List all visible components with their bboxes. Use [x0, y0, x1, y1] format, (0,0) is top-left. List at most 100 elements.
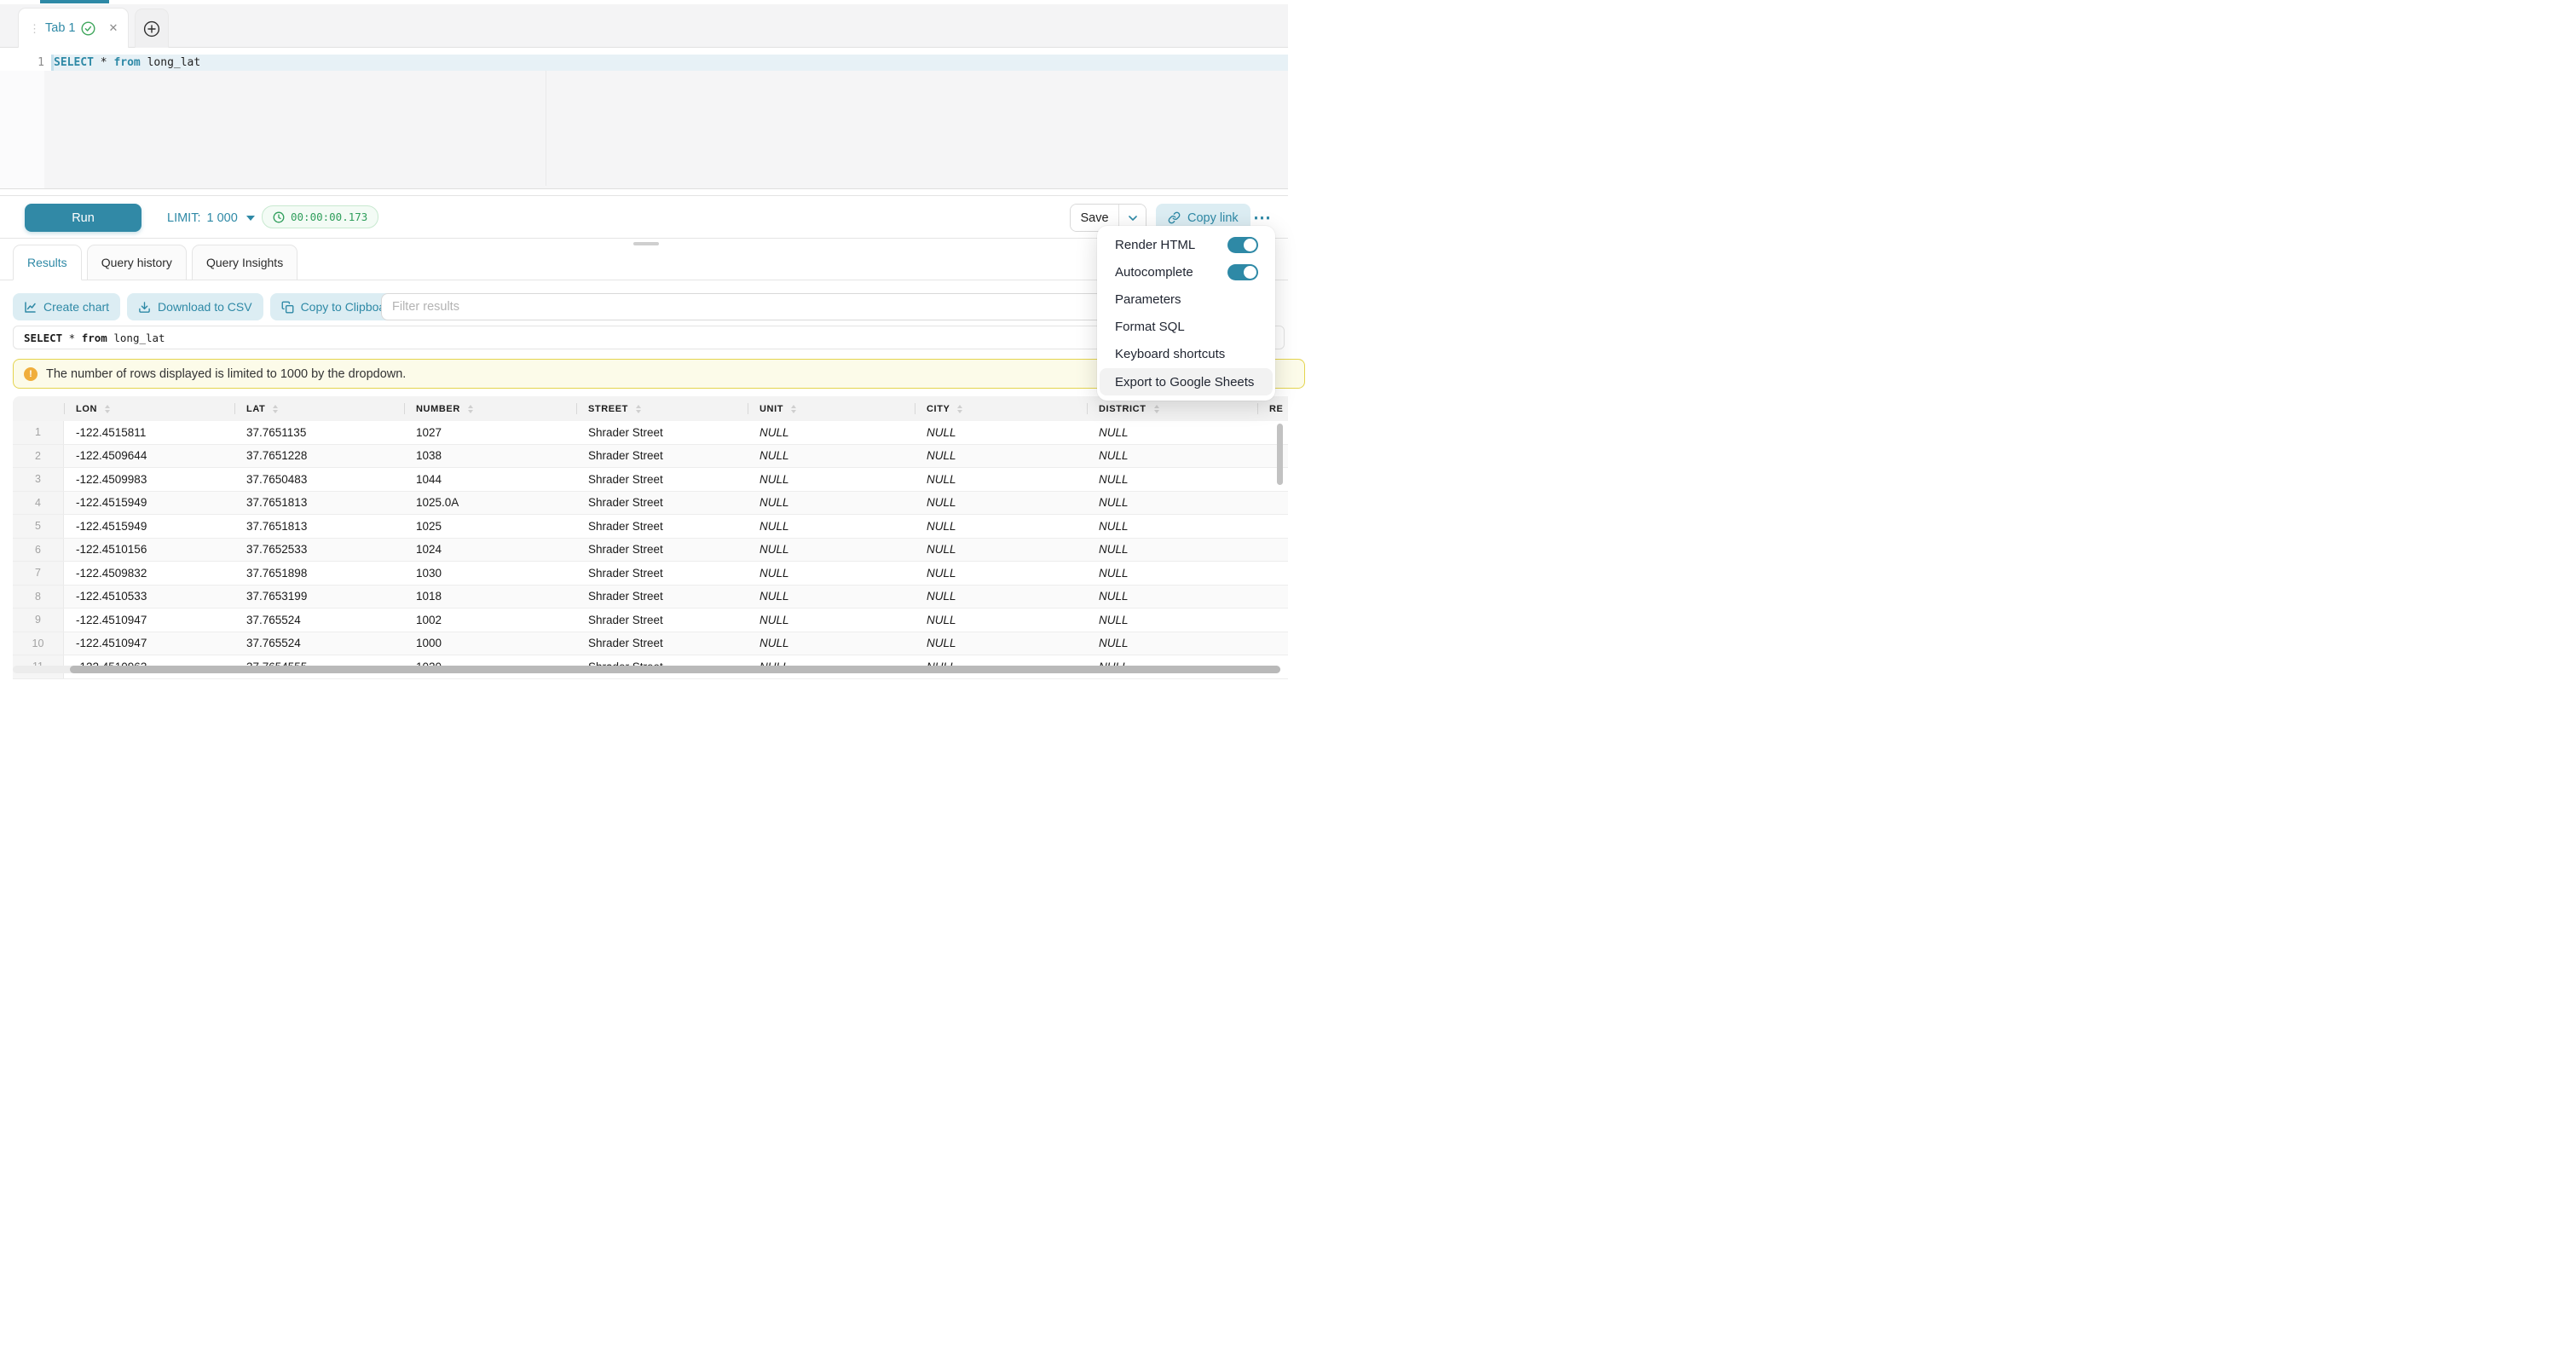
cell-number: 1044: [404, 468, 576, 491]
cell-district: NULL: [1087, 515, 1257, 538]
cell-lat: 37.7650483: [234, 468, 404, 491]
menu-item-export-to-google-sheets[interactable]: Export to Google Sheets: [1100, 368, 1273, 395]
cell-lon: -122.4510533: [64, 586, 234, 609]
cell-street: Shrader Street: [576, 632, 748, 655]
table-row[interactable]: 2-122.450964437.76512281038Shrader Stree…: [13, 445, 1288, 469]
table-row[interactable]: 9-122.451094737.7655241002Shrader Street…: [13, 609, 1288, 632]
row-number: 3: [13, 468, 64, 491]
menu-item-label: Autocomplete: [1115, 265, 1193, 280]
results-toolbar: Create chart Download to CSV Copy to Cli…: [13, 293, 407, 320]
cell-re: [1257, 539, 1288, 562]
sort-icon: [105, 405, 110, 413]
close-tab-icon[interactable]: ✕: [108, 21, 118, 35]
horizontal-scrollbar-thumb[interactable]: [70, 666, 1280, 673]
tab-query-history[interactable]: Query history: [87, 245, 187, 280]
cell-number: 1018: [404, 586, 576, 609]
cell-city: NULL: [915, 539, 1087, 562]
cell-lat: 37.7651813: [234, 492, 404, 515]
timer-value: 00:00:00.173: [291, 211, 367, 223]
cell-street: Shrader Street: [576, 421, 748, 444]
column-header-unit[interactable]: UNIT: [748, 396, 915, 421]
menu-item-render-html[interactable]: Render HTML: [1097, 231, 1275, 258]
menu-item-format-sql[interactable]: Format SQL: [1097, 314, 1275, 341]
create-chart-button[interactable]: Create chart: [13, 293, 120, 320]
cell-number: 1002: [404, 609, 576, 632]
run-button[interactable]: Run: [25, 204, 142, 232]
column-label: RE: [1269, 404, 1283, 414]
cell-unit: NULL: [748, 468, 915, 491]
column-header-street[interactable]: STREET: [576, 396, 748, 421]
cell-unit: NULL: [748, 515, 915, 538]
cell-lon: -122.4509832: [64, 562, 234, 585]
gutter-background: [0, 71, 44, 188]
cell-street: Shrader Street: [576, 515, 748, 538]
editor-empty-area: [0, 71, 1288, 188]
limit-label: LIMIT:: [167, 211, 200, 225]
column-header-number[interactable]: NUMBER: [404, 396, 576, 421]
table-row[interactable]: 4-122.451594937.76518131025.0AShrader St…: [13, 492, 1288, 516]
cell-lon: -122.4515949: [64, 492, 234, 515]
table-header-row: LONLATNUMBERSTREETUNITCITYDISTRICTRE: [13, 396, 1288, 421]
cell-lat: 37.7652533: [234, 539, 404, 562]
download-csv-button[interactable]: Download to CSV: [127, 293, 263, 320]
cell-street: Shrader Street: [576, 492, 748, 515]
cell-district: NULL: [1087, 421, 1257, 444]
column-header-lat[interactable]: LAT: [234, 396, 404, 421]
tab-results[interactable]: Results: [13, 245, 82, 280]
cell-district: NULL: [1087, 632, 1257, 655]
menu-item-parameters[interactable]: Parameters: [1097, 286, 1275, 313]
row-number: 6: [13, 539, 64, 562]
chart-icon: [24, 301, 37, 314]
sql-code-line[interactable]: SELECT * from long_lat: [54, 55, 200, 71]
cell-re: [1257, 632, 1288, 655]
cell-lon: -122.4515949: [64, 515, 234, 538]
drag-handle-icon[interactable]: ⋮: [29, 23, 39, 34]
cell-lon: -122.4509983: [64, 468, 234, 491]
table-row[interactable]: 1-122.451581137.76511351027Shrader Stree…: [13, 421, 1288, 445]
table-row[interactable]: 10-122.451094737.7655241000Shrader Stree…: [13, 632, 1288, 656]
row-number: 7: [13, 562, 64, 585]
tab-query-insights[interactable]: Query Insights: [192, 245, 297, 280]
limit-value: 1 000: [206, 211, 237, 225]
editor-tab-1[interactable]: ⋮ Tab 1 ✕: [18, 8, 129, 48]
menu-item-label: Format SQL: [1115, 320, 1185, 334]
cell-unit: NULL: [748, 539, 915, 562]
table-row[interactable]: 5-122.451594937.76518131025Shrader Stree…: [13, 515, 1288, 539]
cell-city: NULL: [915, 586, 1087, 609]
sort-icon: [957, 405, 962, 413]
row-number: 1: [13, 421, 64, 444]
menu-item-keyboard-shortcuts[interactable]: Keyboard shortcuts: [1097, 341, 1275, 368]
download-csv-label: Download to CSV: [158, 300, 252, 314]
clock-icon: [273, 211, 285, 223]
cell-lon: -122.4510947: [64, 609, 234, 632]
column-header-lon[interactable]: LON: [64, 396, 234, 421]
cell-re: [1257, 586, 1288, 609]
cell-unit: NULL: [748, 586, 915, 609]
cell-re: [1257, 421, 1288, 444]
toggle-switch[interactable]: [1227, 237, 1258, 253]
cell-lat: 37.7651228: [234, 445, 404, 468]
table-row[interactable]: 3-122.450998337.76504831044Shrader Stree…: [13, 468, 1288, 492]
cell-number: 1025.0A: [404, 492, 576, 515]
limit-dropdown[interactable]: LIMIT: 1 000: [167, 204, 255, 232]
cell-city: NULL: [915, 421, 1087, 444]
vertical-scrollbar-thumb[interactable]: [1277, 424, 1283, 485]
create-chart-label: Create chart: [43, 300, 109, 314]
table-row[interactable]: 8-122.451053337.76531991018Shrader Stree…: [13, 586, 1288, 609]
sql-editor[interactable]: 1 SELECT * from long_lat: [0, 49, 1288, 189]
sort-icon: [273, 405, 278, 413]
toggle-switch[interactable]: [1227, 264, 1258, 280]
cell-lat: 37.765524: [234, 632, 404, 655]
cell-unit: NULL: [748, 632, 915, 655]
cell-city: NULL: [915, 445, 1087, 468]
column-header-city[interactable]: CITY: [915, 396, 1087, 421]
table-row[interactable]: 7-122.450983237.76518981030Shrader Stree…: [13, 562, 1288, 586]
column-label: NUMBER: [416, 404, 460, 414]
table-row[interactable]: 6-122.451015637.76525331024Shrader Stree…: [13, 539, 1288, 562]
cell-city: NULL: [915, 492, 1087, 515]
cell-lat: 37.765524: [234, 609, 404, 632]
cell-street: Shrader Street: [576, 539, 748, 562]
menu-item-autocomplete[interactable]: Autocomplete: [1097, 258, 1275, 286]
cell-street: Shrader Street: [576, 609, 748, 632]
add-tab-button[interactable]: [135, 9, 169, 48]
